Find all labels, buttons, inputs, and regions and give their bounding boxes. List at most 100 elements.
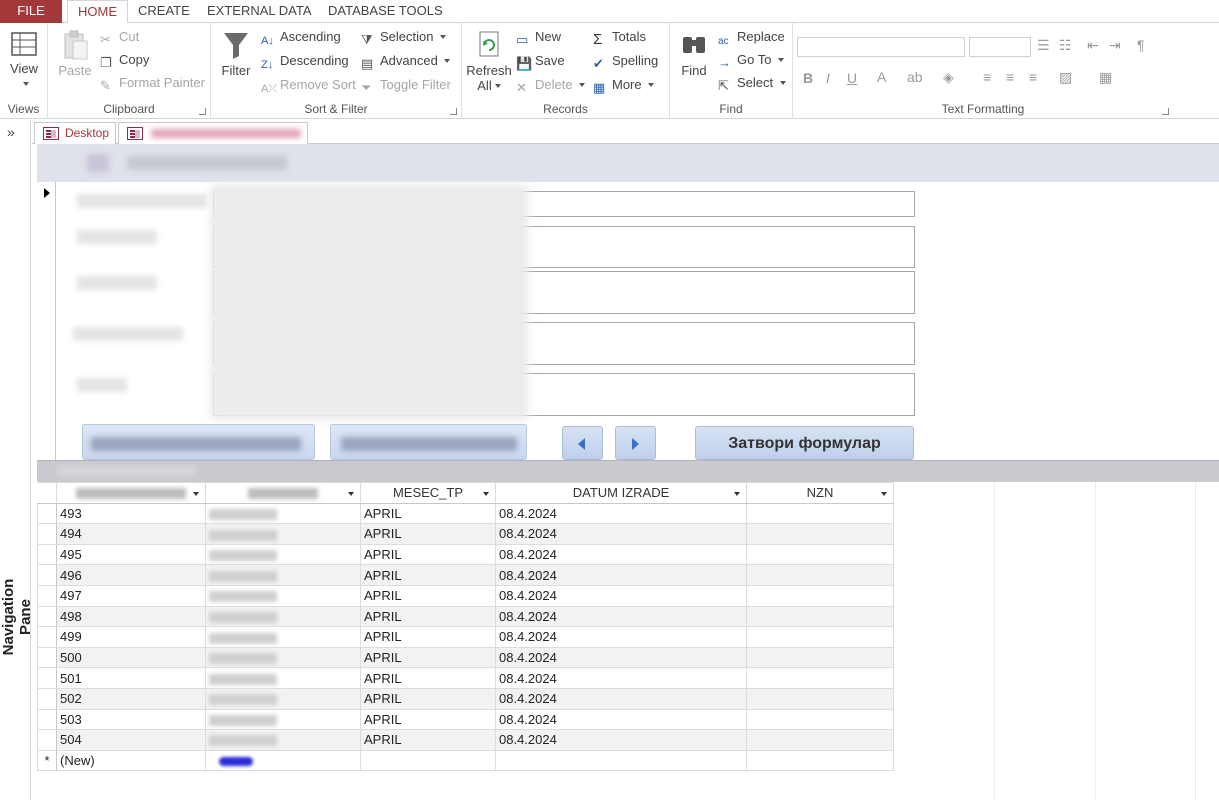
ascending-button[interactable]: A↓ Ascending	[261, 26, 341, 48]
column-header-mesec-tp[interactable]: MESEC_TP	[360, 482, 496, 504]
row-selector[interactable]	[37, 564, 57, 586]
highlight-icon[interactable]: ab	[907, 69, 923, 85]
bullets-icon[interactable]: ☰	[1037, 37, 1050, 54]
filter-button[interactable]: Filter	[217, 29, 255, 78]
table-row[interactable]: 498 APRIL 08.4.2024	[37, 605, 894, 628]
cell-redacted[interactable]	[205, 543, 361, 566]
cell-redacted[interactable]	[205, 502, 361, 525]
tab-database-tools[interactable]: DATABASE TOOLS	[318, 0, 453, 23]
go-to-button[interactable]: → Go To	[718, 49, 784, 71]
spelling-button[interactable]: ✔ Spelling	[593, 50, 658, 72]
cell-datum-izrade[interactable]: 08.4.2024	[495, 646, 747, 669]
tab-home[interactable]: HOME	[67, 0, 128, 24]
font-name-combo[interactable]	[797, 37, 965, 57]
cell-datum-izrade[interactable]: 08.4.2024	[495, 543, 747, 566]
increase-indent-icon[interactable]: ⇥	[1109, 37, 1121, 54]
row-selector[interactable]	[37, 729, 57, 751]
navigation-pane-label[interactable]: Navigation Pane	[0, 562, 34, 672]
toggle-filter-button[interactable]: ⏷ Toggle Filter	[361, 74, 451, 96]
cell-mesec-tp[interactable]	[360, 749, 496, 772]
row-selector[interactable]	[37, 502, 57, 525]
new-row-label[interactable]: (New)	[56, 749, 206, 772]
find-button[interactable]: Find	[674, 29, 714, 78]
next-record-button[interactable]	[615, 426, 656, 460]
cell-nzn[interactable]	[746, 687, 894, 710]
column-header-redacted[interactable]	[205, 482, 361, 504]
cell-nzn[interactable]	[746, 584, 894, 607]
align-center-icon[interactable]: ≡	[1006, 69, 1014, 85]
column-header-datum-izrade[interactable]: DATUM IZRADE	[495, 482, 747, 504]
cell-redacted[interactable]	[205, 729, 361, 751]
tab-external-data[interactable]: EXTERNAL DATA	[197, 0, 322, 23]
cell-nzn[interactable]	[746, 626, 894, 648]
cell-nzn[interactable]	[746, 543, 894, 566]
cell-id[interactable]: 498	[56, 605, 206, 628]
redacted-button-2[interactable]	[330, 424, 527, 460]
cell-datum-izrade[interactable]	[495, 749, 747, 772]
refresh-all-button[interactable]: Refresh All	[466, 29, 512, 93]
cell-datum-izrade[interactable]: 08.4.2024	[495, 708, 747, 731]
row-selector[interactable]	[37, 708, 57, 731]
row-selector[interactable]	[37, 605, 57, 628]
tab-file[interactable]: FILE	[0, 0, 62, 23]
cut-button[interactable]: ✂ Cut	[100, 26, 139, 48]
record-selector[interactable]	[37, 182, 56, 460]
cell-nzn[interactable]	[746, 708, 894, 731]
table-row[interactable]: 493 APRIL 08.4.2024	[37, 502, 894, 525]
cell-mesec-tp[interactable]: APRIL	[360, 564, 496, 586]
paste-button[interactable]: Paste	[56, 29, 94, 78]
row-selector[interactable]	[37, 626, 57, 648]
delete-record-button[interactable]: ✕ Delete	[516, 74, 585, 96]
cell-mesec-tp[interactable]: APRIL	[360, 543, 496, 566]
alternate-row-color-icon[interactable]: ▨	[1059, 69, 1072, 86]
cell-datum-izrade[interactable]: 08.4.2024	[495, 502, 747, 525]
decrease-indent-icon[interactable]: ⇤	[1087, 37, 1099, 54]
table-row[interactable]: 504 APRIL 08.4.2024	[37, 729, 894, 751]
more-button[interactable]: ▦ More	[593, 74, 654, 96]
fill-color-icon[interactable]: ◈	[943, 69, 954, 86]
new-record-button[interactable]: ▭ New	[516, 26, 561, 48]
cell-redacted[interactable]	[205, 584, 361, 607]
cell-nzn[interactable]	[746, 564, 894, 586]
tab-create[interactable]: CREATE	[128, 0, 200, 23]
table-row[interactable]: 501 APRIL 08.4.2024	[37, 667, 894, 689]
save-record-button[interactable]: 💾 Save	[516, 50, 565, 72]
cell-id[interactable]: 494	[56, 523, 206, 545]
cell-id[interactable]: 502	[56, 687, 206, 710]
gridlines-icon[interactable]: ▦	[1099, 69, 1112, 86]
table-row[interactable]: 502 APRIL 08.4.2024	[37, 687, 894, 710]
cell-datum-izrade[interactable]: 08.4.2024	[495, 729, 747, 751]
replace-button[interactable]: ac Replace	[718, 26, 785, 48]
doc-tab-redacted-form[interactable]	[118, 122, 308, 144]
cell-nzn[interactable]	[746, 502, 894, 525]
numbering-icon[interactable]: ☷	[1059, 37, 1072, 54]
cell-mesec-tp[interactable]: APRIL	[360, 667, 496, 689]
cell-id[interactable]: 504	[56, 729, 206, 751]
table-row[interactable]: 496 APRIL 08.4.2024	[37, 564, 894, 586]
selection-button[interactable]: ⧩ Selection	[361, 26, 446, 48]
cell-nzn[interactable]	[746, 667, 894, 689]
underline-button[interactable]: U	[847, 70, 857, 86]
cell-id[interactable]: 495	[56, 543, 206, 566]
select-button[interactable]: ⇱ Select	[718, 72, 786, 94]
sort-filter-launcher-icon[interactable]	[450, 108, 457, 115]
font-color-icon[interactable]: A	[877, 69, 886, 85]
totals-button[interactable]: Σ Totals	[593, 26, 646, 48]
expand-navpane-icon[interactable]: »	[7, 124, 15, 140]
cell-datum-izrade[interactable]: 08.4.2024	[495, 605, 747, 628]
previous-record-button[interactable]	[562, 426, 603, 460]
cell-mesec-tp[interactable]: APRIL	[360, 687, 496, 710]
column-header-id[interactable]	[56, 482, 206, 504]
row-selector[interactable]	[37, 646, 57, 669]
table-row[interactable]: 494 APRIL 08.4.2024	[37, 523, 894, 545]
table-row[interactable]: 500 APRIL 08.4.2024	[37, 646, 894, 669]
cell-datum-izrade[interactable]: 08.4.2024	[495, 523, 747, 545]
cell-nzn[interactable]	[746, 729, 894, 751]
bold-button[interactable]: B	[803, 70, 813, 86]
cell-datum-izrade[interactable]: 08.4.2024	[495, 687, 747, 710]
split-form-divider[interactable]	[37, 460, 1219, 482]
remove-sort-button[interactable]: A⤫ Remove Sort	[261, 74, 356, 96]
table-row[interactable]: 503 APRIL 08.4.2024	[37, 708, 894, 731]
cell-redacted[interactable]	[205, 708, 361, 731]
redacted-button-1[interactable]	[82, 424, 315, 460]
